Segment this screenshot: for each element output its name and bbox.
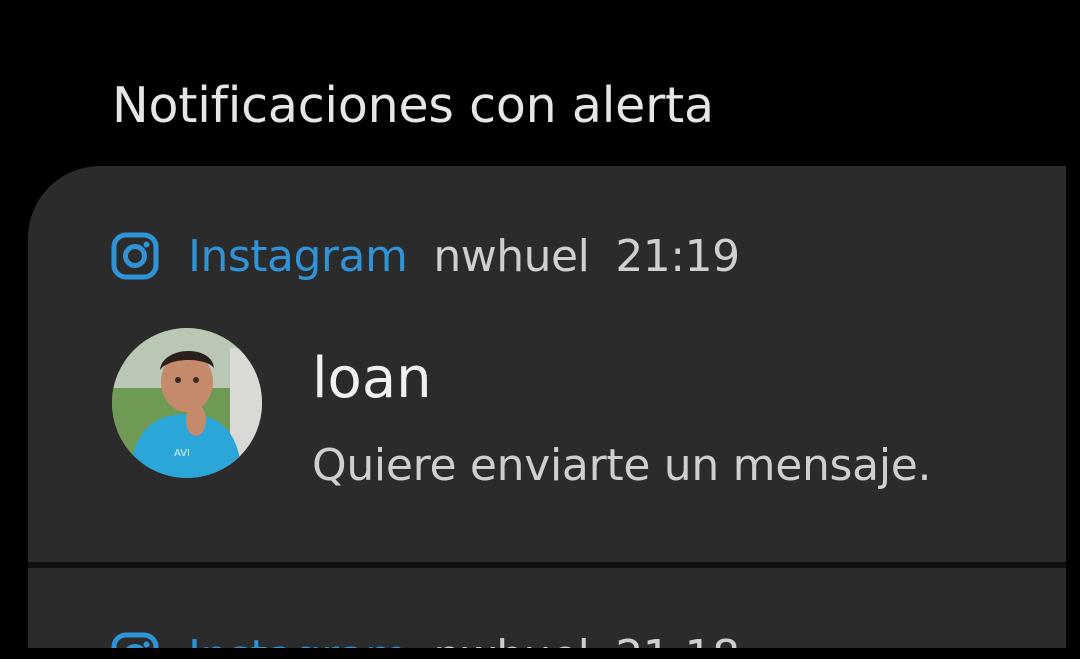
notification-header: Instagram nwhuel 21:18 [110, 626, 740, 648]
section-title: Notificaciones con alerta [112, 77, 714, 134]
notification-header: Instagram nwhuel 21:19 [110, 226, 740, 286]
notification-message: Quiere enviarte un mensaje. [312, 440, 932, 491]
avatar: AVI [112, 328, 262, 478]
app-name: Instagram [188, 631, 408, 649]
app-name: Instagram [188, 230, 408, 282]
notification-time: 21:19 [615, 230, 740, 282]
account-name: nwhuel [433, 230, 590, 282]
account-name: nwhuel [433, 631, 589, 649]
svg-text:AVI: AVI [174, 448, 190, 459]
notification-card[interactable]: Instagram nwhuel 21:18 [28, 568, 1066, 648]
notification-time: 21:18 [615, 631, 740, 649]
avatar-photo: AVI [112, 328, 262, 478]
instagram-icon [111, 232, 159, 280]
sender-name: loan [312, 346, 432, 411]
notification-card[interactable]: Instagram nwhuel 21:19 AVI loan Quiere e… [28, 166, 1066, 562]
instagram-icon [111, 632, 159, 648]
